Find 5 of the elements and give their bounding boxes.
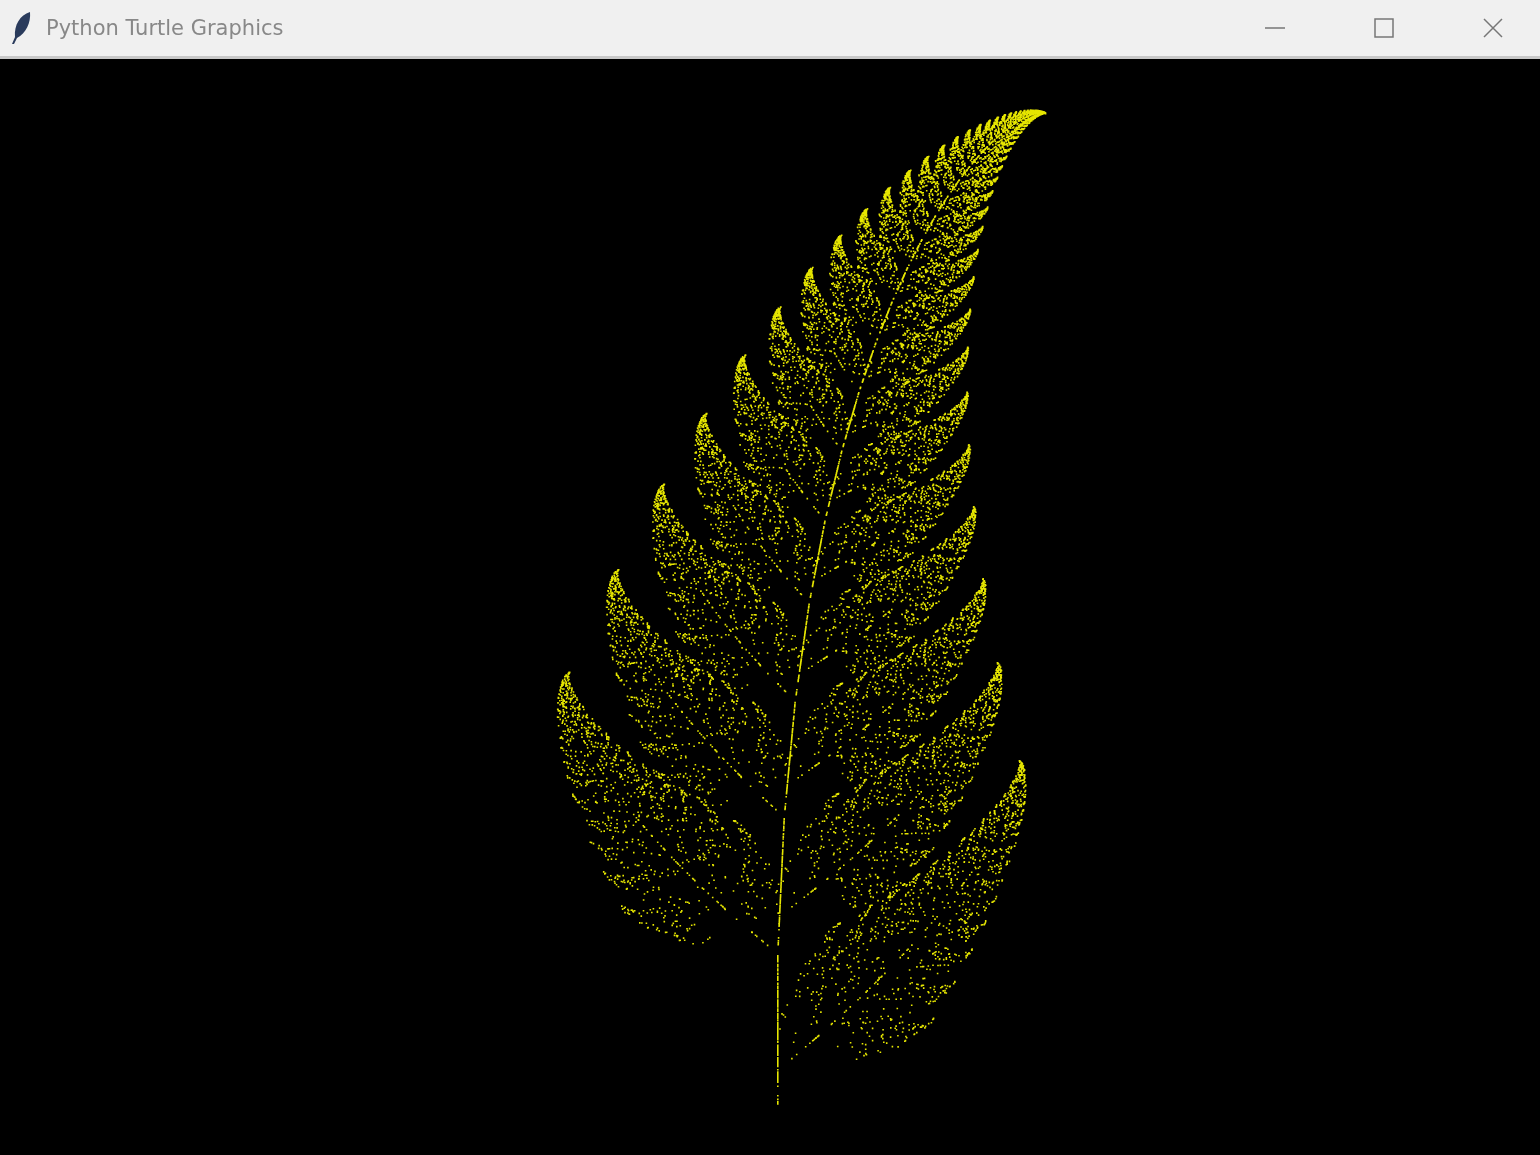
maximize-icon bbox=[1373, 18, 1394, 38]
window-title: Python Turtle Graphics bbox=[46, 16, 285, 40]
minimize-icon bbox=[1264, 27, 1285, 29]
feather-icon bbox=[10, 11, 32, 45]
close-icon bbox=[1482, 18, 1503, 38]
